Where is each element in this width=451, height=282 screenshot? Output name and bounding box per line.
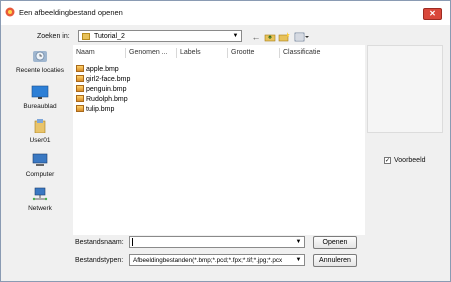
- filetype-value: Afbeeldingbestanden(*.bmp;*.pcd;*.fpx;*.…: [133, 257, 283, 264]
- network-icon: [32, 187, 48, 201]
- bitmap-file-icon: [76, 95, 84, 102]
- bitmap-file-icon: [76, 75, 84, 82]
- place-user[interactable]: User01: [9, 119, 71, 144]
- bitmap-file-icon: [76, 65, 84, 72]
- place-label: Recente locaties: [15, 67, 65, 74]
- app-icon: [5, 7, 15, 17]
- preview-pane: [367, 45, 443, 133]
- computer-icon: [32, 153, 48, 166]
- filename-input[interactable]: ▼: [129, 236, 305, 248]
- file-list[interactable]: Naam Genomen ... Labels Grootte Classifi…: [73, 45, 365, 235]
- place-label: Computer: [25, 171, 55, 178]
- column-rating[interactable]: Classificatie: [283, 49, 320, 56]
- preview-checkbox-label: Voorbeeld: [394, 157, 426, 164]
- file-item[interactable]: penguin.bmp: [76, 85, 126, 93]
- look-in-value: Tutorial_2: [94, 33, 125, 40]
- file-item[interactable]: Rudolph.bmp: [76, 95, 128, 103]
- window-title: Een afbeeldingbestand openen: [19, 8, 123, 17]
- column-date-taken[interactable]: Genomen ...: [129, 49, 168, 56]
- views-menu-icon[interactable]: [294, 32, 310, 42]
- file-name: girl2-face.bmp: [86, 76, 131, 83]
- open-button[interactable]: Openen: [313, 236, 357, 249]
- places-bar: Recente locaties Bureaublad User01 Compu…: [9, 45, 71, 245]
- open-image-dialog: Een afbeeldingbestand openen ✕ Zoeken in…: [0, 0, 451, 282]
- column-separator[interactable]: [176, 48, 177, 58]
- place-recent-locations[interactable]: Recente locaties: [9, 49, 71, 74]
- text-cursor: [132, 238, 133, 246]
- preview-checkbox[interactable]: ✓: [384, 157, 391, 164]
- place-label: Bureaublad: [23, 103, 57, 110]
- back-icon[interactable]: ←: [250, 32, 262, 42]
- cancel-button[interactable]: Annuleren: [313, 254, 357, 267]
- place-label: User01: [29, 137, 51, 144]
- file-name: tulip.bmp: [86, 106, 115, 113]
- desktop-icon: [31, 85, 49, 99]
- file-name: Rudolph.bmp: [86, 96, 128, 103]
- filetype-select[interactable]: Afbeeldingbestanden(*.bmp;*.pcd;*.fpx;*.…: [129, 254, 305, 266]
- column-separator[interactable]: [279, 48, 280, 58]
- column-separator[interactable]: [227, 48, 228, 58]
- user-folder-icon: [34, 119, 46, 134]
- recent-locations-icon: [33, 51, 47, 62]
- title-bar: Een afbeeldingbestand openen ✕: [1, 1, 450, 25]
- file-item[interactable]: tulip.bmp: [76, 105, 114, 113]
- bitmap-file-icon: [76, 105, 84, 112]
- look-in-label: Zoeken in:: [37, 33, 70, 40]
- place-computer[interactable]: Computer: [9, 153, 71, 178]
- place-desktop[interactable]: Bureaublad: [9, 85, 71, 110]
- file-item[interactable]: apple.bmp: [76, 65, 119, 73]
- close-button[interactable]: ✕: [423, 8, 442, 20]
- file-name: penguin.bmp: [86, 86, 127, 93]
- column-name[interactable]: Naam: [76, 49, 95, 56]
- place-network[interactable]: Netwerk: [9, 187, 71, 212]
- place-label: Netwerk: [28, 205, 52, 212]
- filename-label: Bestandsnaam:: [75, 239, 124, 246]
- column-labels[interactable]: Labels: [180, 49, 201, 56]
- folder-icon: [82, 33, 90, 40]
- filetype-label: Bestandstypen:: [75, 257, 124, 264]
- bitmap-file-icon: [76, 85, 84, 92]
- file-item[interactable]: girl2-face.bmp: [76, 75, 130, 83]
- file-name: apple.bmp: [86, 66, 119, 73]
- column-size[interactable]: Grootte: [231, 49, 254, 56]
- new-folder-icon[interactable]: [278, 32, 290, 42]
- look-in-combo[interactable]: Tutorial_2 ▼: [78, 30, 242, 42]
- chevron-down-icon[interactable]: ▼: [294, 238, 303, 247]
- column-separator[interactable]: [125, 48, 126, 58]
- up-folder-icon[interactable]: [264, 32, 276, 42]
- chevron-down-icon[interactable]: ▼: [231, 32, 240, 41]
- chevron-down-icon[interactable]: ▼: [294, 256, 303, 265]
